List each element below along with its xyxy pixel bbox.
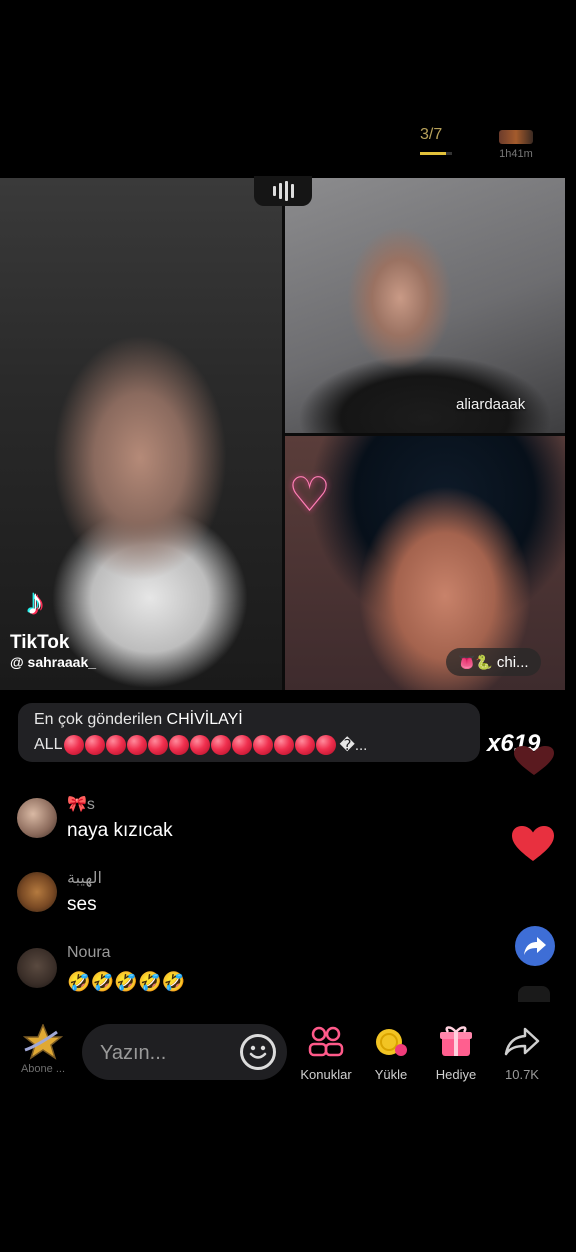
- ranking-progress-fill: [420, 152, 446, 155]
- comment-avatar[interactable]: [17, 948, 57, 988]
- comment-text: 🤣🤣🤣🤣🤣: [67, 972, 186, 993]
- gift-banner-prefix: En çok gönderilen: [34, 711, 163, 728]
- guests-icon: [308, 1026, 344, 1057]
- gift-dot-icon: [148, 735, 169, 755]
- comment-avatar[interactable]: [17, 872, 57, 912]
- recharge-label: Yükle: [374, 1067, 408, 1082]
- gift-dot-icon: [85, 735, 106, 755]
- comment-username[interactable]: الهيبة: [67, 868, 102, 888]
- comment-input-placeholder: Yazın...: [100, 1042, 167, 1064]
- ranking-progress-bar: [420, 152, 452, 155]
- gift-banner-line-1: En çok gönderilen CHİVİLAYİ: [34, 711, 243, 729]
- gift-icon: [440, 1026, 472, 1056]
- faded-heart-icon: [514, 746, 554, 775]
- watermark-username: @ sahraaak_: [10, 654, 97, 670]
- emoji-face-glyph: [249, 1045, 267, 1059]
- subscribe-button[interactable]: Abone ...: [14, 1023, 72, 1075]
- gift-dot-icon: [232, 735, 253, 755]
- comment-username[interactable]: Noura: [67, 944, 111, 962]
- gift-dot-icon: [127, 735, 148, 755]
- event-badge-icon: [499, 130, 533, 144]
- coin-icon: [376, 1029, 407, 1056]
- share-arrow-glyph: [524, 937, 546, 955]
- live-timer-text: 1h41m: [499, 148, 533, 160]
- gift-banner-suffix: �...: [339, 737, 368, 754]
- tiktok-logo-icon: ♪: [26, 581, 44, 622]
- guest-1-name[interactable]: aliardaaak: [456, 396, 525, 413]
- share-arrow-icon: [504, 1027, 540, 1056]
- live-timer[interactable]: 1h41m: [488, 130, 544, 160]
- comment-username[interactable]: 🎀s: [67, 794, 95, 814]
- comment-text: naya kızıcak: [67, 820, 173, 841]
- like-heart-icon[interactable]: [512, 826, 554, 862]
- share-button-bottom[interactable]: 10.7K: [498, 1026, 546, 1082]
- gift-banner-line-2: ALL �...: [34, 735, 367, 755]
- gift-dot-icon: [169, 735, 190, 755]
- gift-dot-icon: [295, 735, 316, 755]
- gift-banner-all: ALL: [34, 736, 63, 753]
- ranking-progress-text: 3/7: [420, 126, 443, 143]
- gift-label: Hediye: [435, 1067, 477, 1082]
- gift-dot-icon: [211, 735, 232, 755]
- guest-2-name-chip[interactable]: 👅🐍 chi...: [446, 648, 541, 676]
- gift-dot-icon: [274, 735, 295, 755]
- gift-button[interactable]: Hediye: [430, 1024, 482, 1082]
- gift-dot-icon: [64, 735, 85, 755]
- gift-dot-icon: [106, 735, 127, 755]
- guest-2-chip-emojis: 👅🐍: [458, 653, 493, 670]
- gift-dot-icon: [316, 735, 337, 755]
- subscribe-label: Abone ...: [20, 1063, 66, 1075]
- gift-dot-icon: [253, 735, 274, 755]
- gift-dots: [64, 735, 337, 755]
- video-divider-horizontal: [285, 433, 565, 436]
- heart-sticker-icon: ♡: [288, 469, 332, 522]
- ranking-progress[interactable]: 3/7: [420, 126, 454, 155]
- gift-dot-icon: [190, 735, 211, 755]
- guests-button[interactable]: Konuklar: [296, 1026, 356, 1082]
- share-icon[interactable]: [515, 926, 555, 966]
- watermark-brand: TikTok: [10, 632, 70, 653]
- comment-text: ses: [67, 894, 97, 915]
- comment-avatar[interactable]: [17, 798, 57, 838]
- recharge-button[interactable]: Yükle: [368, 1026, 414, 1082]
- guest-2-chip-text: chi...: [496, 653, 529, 671]
- faded-bubble-icon: [518, 986, 550, 1002]
- audio-level-icon[interactable]: [254, 176, 312, 206]
- share-count: 10.7K: [505, 1067, 539, 1082]
- gift-banner-highlight: CHİVİLAYİ: [166, 711, 243, 728]
- guest-video-1[interactable]: [285, 178, 565, 433]
- emoji-icon[interactable]: [240, 1034, 276, 1070]
- guests-label: Konuklar: [300, 1067, 352, 1082]
- star-icon: [22, 1023, 64, 1060]
